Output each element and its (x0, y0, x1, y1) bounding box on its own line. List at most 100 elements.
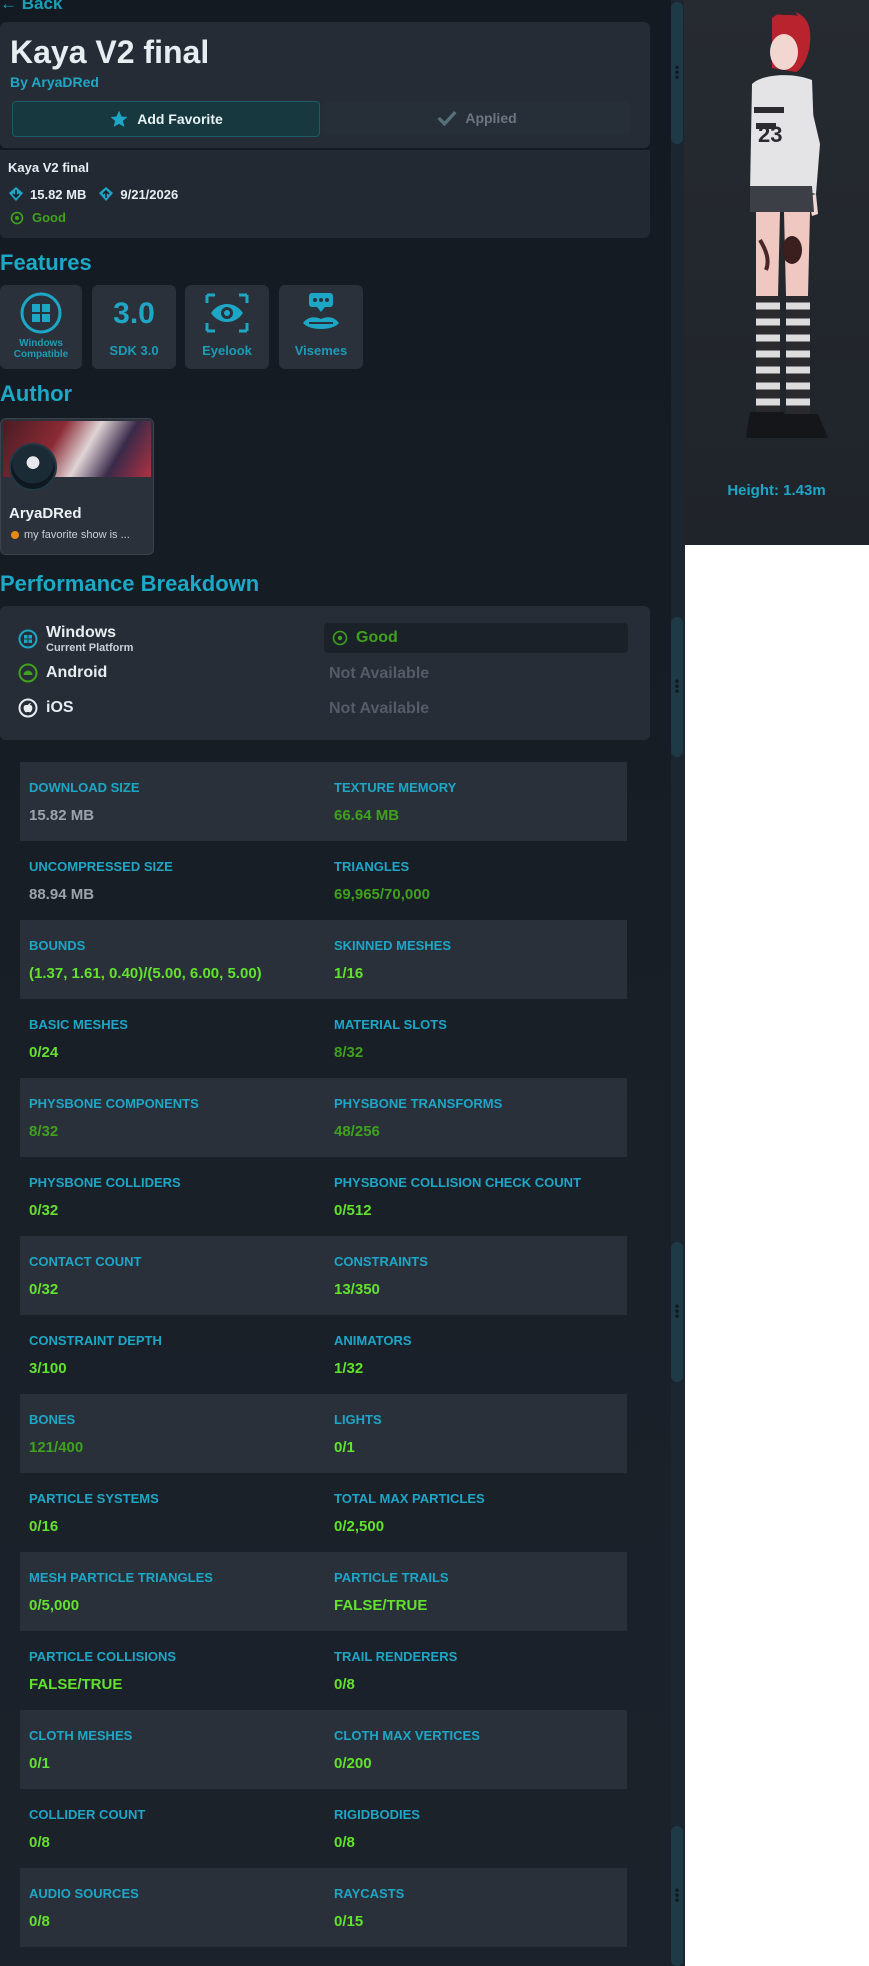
stat-value: 88.94 MB (29, 886, 95, 903)
striped-stockings (756, 296, 810, 416)
stat-label: PHYSBONE COLLISION CHECK COUNT (334, 1175, 582, 1190)
avatar-height: Height: 1.43m (727, 482, 826, 499)
platform-ios: iOS (18, 698, 74, 718)
stat-label: BASIC MESHES (29, 1017, 128, 1032)
download-size-icon (9, 187, 23, 201)
stats-row: CLOTH MESHES 0/1 CLOTH MAX VERTICES 0/200 (20, 1710, 627, 1789)
performance-heading: Performance Breakdown (0, 571, 260, 596)
android-rating: Not Available (329, 665, 430, 682)
stat-value: 0/1 (334, 1439, 355, 1456)
stat-value: 66.64 MB (334, 807, 400, 824)
scrollbar-handle[interactable]: • • • (671, 2, 683, 144)
stat-label: BONES (29, 1412, 76, 1427)
good-rating-icon (10, 211, 24, 224)
stats-row: UNCOMPRESSED SIZE 88.94 MB TRIANGLES 69,965… (20, 841, 627, 920)
scrollbar-handle[interactable]: • • • (671, 617, 683, 757)
grip-icon: • • • (673, 60, 681, 85)
arrow-left-icon: ← (0, 0, 17, 13)
star-icon (110, 110, 128, 127)
platform-name: Android (46, 664, 108, 681)
windows-rating: Good (356, 629, 398, 646)
grip-icon: • • • (673, 674, 681, 699)
stat-value: 0/32 (29, 1281, 59, 1298)
stat-value: 0/8 (334, 1676, 355, 1693)
stat-label: ANIMATORS (334, 1333, 412, 1348)
feature-visemes: Visemes (279, 285, 363, 369)
scrollbar-handle[interactable]: • • • (671, 1242, 683, 1382)
stat-value: 13/350 (334, 1281, 380, 1298)
stat-value: 0/200 (334, 1755, 372, 1772)
grip-icon: • • • (673, 1883, 681, 1908)
applied-button[interactable]: Applied (324, 101, 630, 135)
stat-label: BOUNDS (29, 938, 86, 953)
author-status: my favorite show is ... (11, 529, 130, 541)
checkmark-icon (437, 111, 457, 127)
android-icon (18, 663, 38, 683)
stats-row: CONTACT COUNT 0/32 CONSTRAINTS 13/350 (20, 1236, 627, 1315)
stat-label: MESH PARTICLE TRIANGLES (29, 1570, 213, 1585)
author-byline[interactable]: By AryaDRed (10, 74, 99, 90)
stat-label: CLOTH MESHES (29, 1728, 133, 1743)
windows-icon (20, 292, 62, 334)
stat-label: DOWNLOAD SIZE (29, 780, 140, 795)
scrollbar-handle[interactable]: • • • (671, 1826, 683, 1966)
stat-value: 0/512 (334, 1202, 372, 1219)
eyelook-icon (205, 293, 249, 333)
rating-badge: Good (10, 210, 66, 225)
windows-icon (18, 629, 38, 649)
back-label: Back (21, 0, 63, 13)
stat-label: PHYSBONE COMPONENTS (29, 1096, 199, 1111)
info-meta: 15.82 MB 9/21/2026 (8, 186, 178, 202)
stat-value: 0/24 (29, 1044, 59, 1061)
stat-value: 1/16 (334, 965, 364, 982)
avatar (9, 443, 57, 491)
stat-label: UNCOMPRESSED SIZE (29, 859, 173, 874)
stats-row: CONSTRAINT DEPTH 3/100 ANIMATORS 1/32 (20, 1315, 627, 1394)
page-title: Kaya V2 final (10, 34, 210, 70)
stat-value: (1.37, 1.61, 0.40)/(5.00, 6.00, 5.00) (29, 965, 262, 982)
back-link[interactable]: ← Back (0, 0, 62, 14)
stat-value: 0/16 (29, 1518, 59, 1535)
scrollbar-track[interactable] (671, 0, 685, 1966)
add-favorite-button[interactable]: Add Favorite (12, 101, 320, 137)
stat-label: MATERIAL SLOTS (334, 1017, 447, 1032)
platform-name: iOS (46, 699, 74, 716)
rating-label: Good (32, 210, 66, 225)
add-favorite-label: Add Favorite (137, 111, 223, 127)
stat-value: FALSE/TRUE (29, 1676, 123, 1693)
stat-label: CONTACT COUNT (29, 1254, 142, 1269)
stat-label: TEXTURE MEMORY (334, 780, 457, 795)
stat-label: RIGIDBODIES (334, 1807, 420, 1822)
stat-label: PHYSBONE COLLIDERS (29, 1175, 181, 1190)
stat-label: TRAIL RENDERERS (334, 1649, 458, 1664)
stat-label: CLOTH MAX VERTICES (334, 1728, 480, 1743)
upload-date: 9/21/2026 (120, 186, 179, 202)
stat-value: 0/1 (29, 1755, 50, 1772)
stats-row: PARTICLE COLLISIONS FALSE/TRUE TRAIL RENDE… (20, 1631, 627, 1710)
feature-eyelook: Eyelook (185, 285, 269, 369)
stat-value: 8/32 (334, 1044, 364, 1061)
platform-windows: Windows Current Platform (18, 624, 133, 654)
feature-label: Windows Compatible (13, 338, 69, 360)
stat-value: 0/15 (334, 1913, 364, 1930)
stats-row: PARTICLE SYSTEMS 0/16 TOTAL MAX PARTICLES 0… (20, 1473, 627, 1552)
platform-sub: Current Platform (46, 642, 134, 654)
ios-rating: Not Available (329, 700, 430, 717)
upload-date-icon (99, 187, 114, 201)
sdk-icon: 3.0 (113, 297, 155, 330)
stat-label: LIGHTS (334, 1412, 382, 1427)
stat-value: 0/8 (29, 1913, 50, 1930)
stats-row: DOWNLOAD SIZE 15.82 MB TEXTURE MEMORY 66.64… (20, 762, 627, 841)
stat-value: 0/32 (29, 1202, 59, 1219)
author-card[interactable]: AryaDRed my favorite show is ... (0, 418, 154, 555)
apple-icon (18, 698, 38, 718)
stat-value: 0/5,000 (29, 1597, 80, 1614)
platforms-card: Windows Current Platform Good Android No… (0, 606, 650, 740)
stat-label: RAYCASTS (334, 1886, 405, 1901)
stat-value: 0/2,500 (334, 1518, 385, 1535)
stats-row: PHYSBONE COLLIDERS 0/32 PHYSBONE COLLISION… (20, 1157, 627, 1236)
avatar-details-page: ← Back Kaya V2 final By AryaDRed Add Fav… (0, 0, 869, 1966)
status-dot-icon (11, 531, 19, 539)
stats-row: BOUNDS (1.37, 1.61, 0.40)/(5.00, 6.00, 5.… (20, 920, 627, 999)
features-heading: Features (0, 250, 92, 275)
